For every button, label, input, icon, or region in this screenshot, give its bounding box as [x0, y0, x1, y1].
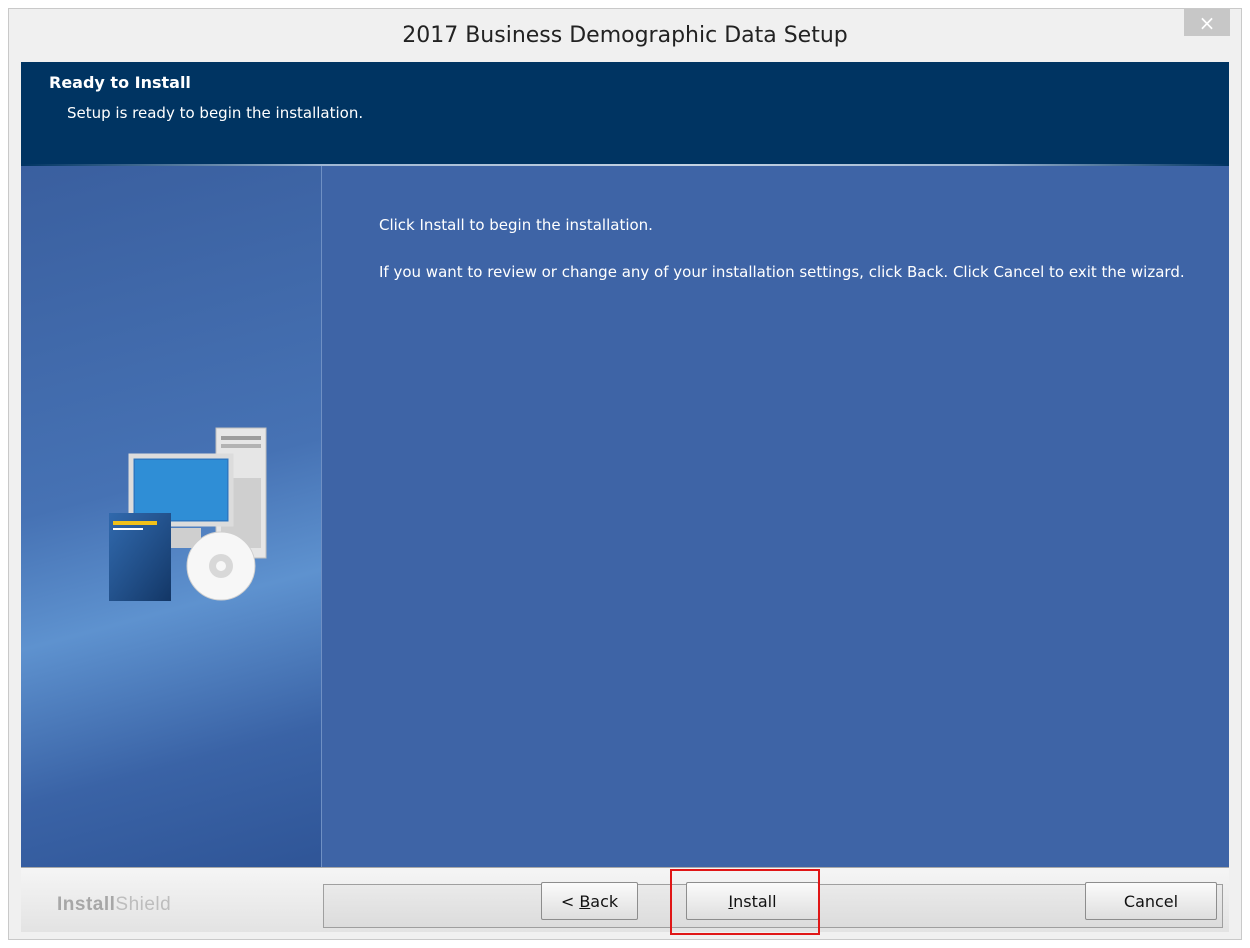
instruction-text: Click Install to begin the installation. — [379, 216, 653, 234]
back-button[interactable]: < Back — [541, 882, 638, 920]
install-highlight-box — [670, 869, 820, 935]
title-bar: 2017 Business Demographic Data Setup × — [9, 9, 1241, 62]
logo-bold-text: Install — [57, 894, 116, 915]
back-rest: ack — [590, 891, 619, 911]
close-button[interactable]: × — [1184, 9, 1230, 36]
window-title: 2017 Business Demographic Data Setup — [402, 23, 848, 48]
close-icon: × — [1198, 10, 1216, 35]
logo-light-text: Shield — [115, 894, 172, 915]
cancel-button[interactable]: Cancel — [1085, 882, 1217, 920]
header-title: Ready to Install — [49, 73, 191, 92]
header-subtitle: Setup is ready to begin the installation… — [67, 104, 364, 122]
side-banner — [21, 166, 322, 867]
wizard-content: Click Install to begin the installation.… — [21, 166, 1229, 867]
computer-cd-icon — [109, 427, 267, 601]
review-text: If you want to review or change any of y… — [379, 263, 1185, 281]
back-prefix: < — [560, 891, 580, 911]
setup-window: 2017 Business Demographic Data Setup × R… — [8, 8, 1242, 940]
wizard-header: Ready to Install Setup is ready to begin… — [21, 62, 1229, 164]
back-mnemonic: B — [579, 891, 591, 911]
installshield-logo: InstallShield — [57, 894, 171, 916]
